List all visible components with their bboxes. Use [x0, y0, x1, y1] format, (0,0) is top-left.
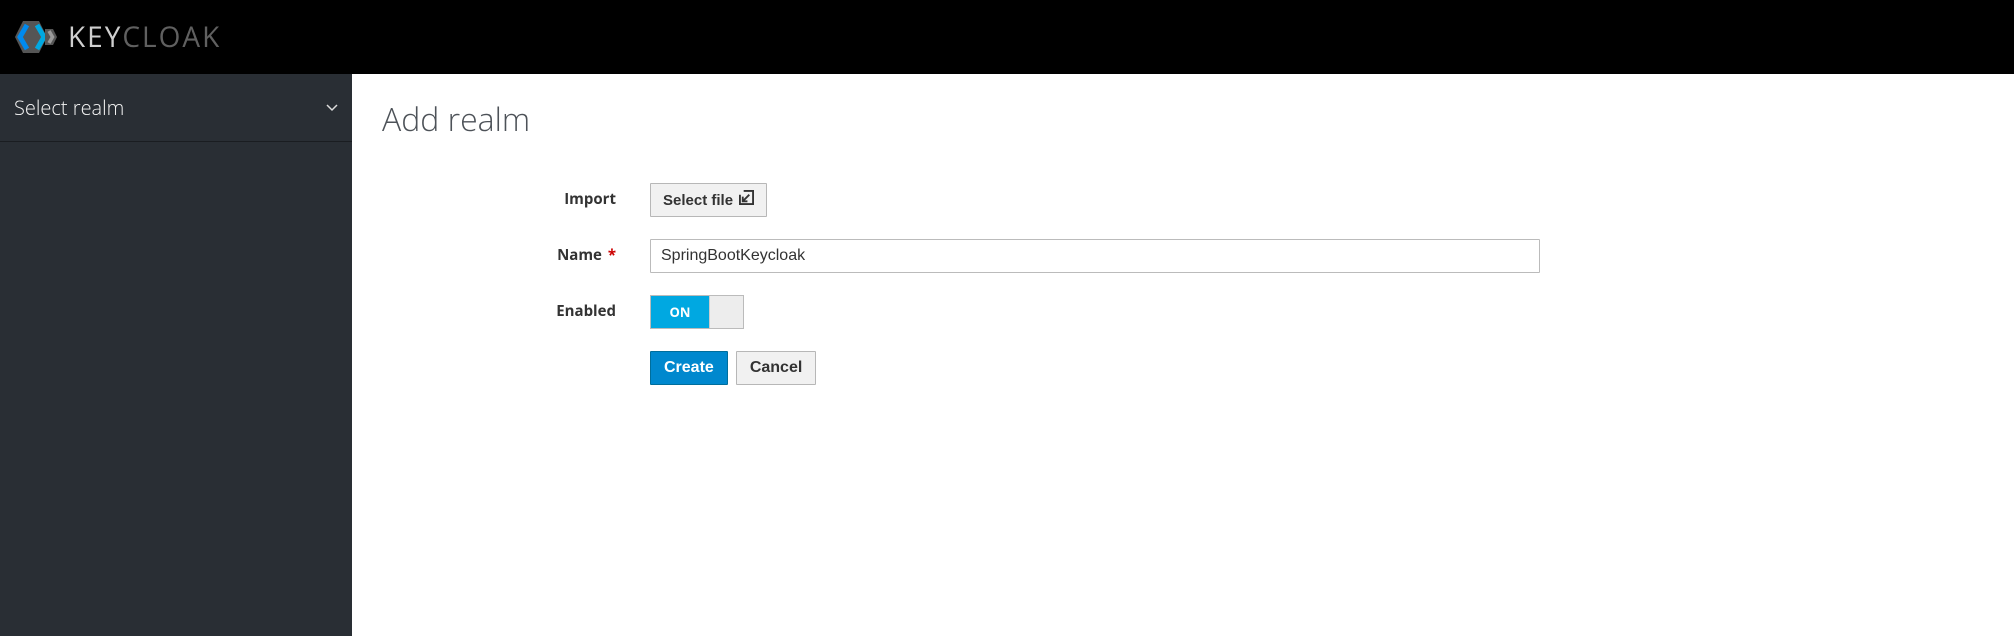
name-row: Name * — [382, 239, 1984, 273]
brand-wordmark: KEYCLOAK — [68, 23, 221, 51]
toggle-on-label: ON — [651, 296, 709, 328]
create-button[interactable]: Create — [650, 351, 728, 385]
cancel-button[interactable]: Cancel — [736, 351, 816, 385]
import-file-icon — [739, 190, 754, 210]
actions-row: Create Cancel — [382, 351, 1984, 385]
enabled-toggle[interactable]: ON — [650, 295, 744, 329]
name-label: Name * — [382, 239, 650, 265]
add-realm-form: Import Select file — [382, 183, 1984, 385]
select-file-label: Select file — [663, 192, 733, 209]
chevron-down-icon — [326, 98, 338, 117]
brand-logo[interactable]: KEYCLOAK — [14, 13, 221, 61]
required-mark: * — [604, 245, 616, 265]
import-label: Import — [382, 183, 650, 209]
page-title: Add realm — [382, 98, 1984, 141]
enabled-row: Enabled ON — [382, 295, 1984, 329]
enabled-label: Enabled — [382, 295, 650, 321]
toggle-handle — [709, 296, 743, 328]
app-header: KEYCLOAK — [0, 0, 2014, 74]
select-file-button[interactable]: Select file — [650, 183, 767, 217]
import-row: Import Select file — [382, 183, 1984, 217]
main-content: Add realm Import Select file — [352, 74, 2014, 636]
name-input[interactable] — [650, 239, 1540, 273]
keycloak-logo-icon — [14, 13, 62, 61]
sidebar: Select realm — [0, 74, 352, 636]
realm-selector-label: Select realm — [14, 94, 124, 121]
realm-selector[interactable]: Select realm — [0, 74, 352, 142]
